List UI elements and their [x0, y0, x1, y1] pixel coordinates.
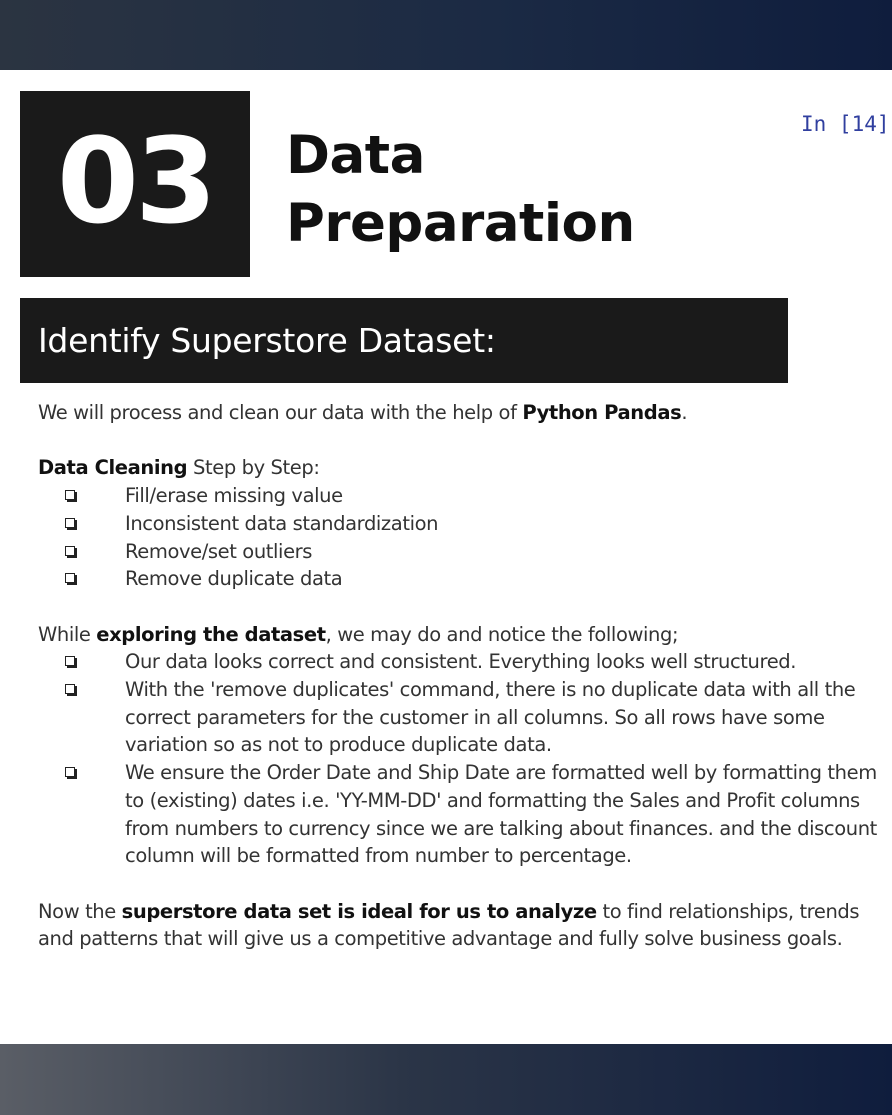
bottom-banner: [0, 1044, 892, 1115]
conclusion-text: Now the: [38, 899, 122, 923]
markdown-cell-content: We will process and clean our data with …: [38, 399, 878, 953]
checkbox-icon: [65, 545, 75, 556]
section-header-bar: Identify Superstore Dataset:: [20, 298, 788, 383]
exploring-text: While: [38, 622, 97, 646]
conclusion-paragraph: Now the superstore data set is ideal for…: [38, 898, 878, 953]
checkbox-icon: [65, 573, 75, 584]
checkbox-icon: [65, 656, 75, 667]
list-item: With the 'remove duplicates' command, th…: [38, 676, 878, 759]
section-number-block: 03: [20, 91, 250, 277]
page-title-line-1: Data: [286, 125, 425, 186]
exploring-heading: While exploring the dataset, we may do a…: [38, 621, 878, 649]
intro-paragraph: We will process and clean our data with …: [38, 399, 878, 427]
section-heading: Identify Superstore Dataset:: [38, 321, 496, 360]
list-item: Remove duplicate data: [38, 565, 878, 593]
list-item-text: Our data looks correct and consistent. E…: [125, 650, 797, 674]
top-banner: [0, 0, 892, 70]
section-number: 03: [56, 112, 217, 250]
intro-bold-text: Python Pandas: [522, 401, 682, 424]
list-item: Our data looks correct and consistent. E…: [38, 648, 878, 676]
page-title-line-2: Preparation: [286, 193, 635, 254]
page-title: Data Preparation: [286, 122, 635, 258]
conclusion-bold-text: superstore data set is ideal for us to a…: [121, 899, 597, 923]
list-item-text: Remove duplicate data: [125, 567, 343, 591]
checkbox-icon: [65, 490, 75, 501]
list-item: We ensure the Order Date and Ship Date a…: [38, 759, 878, 870]
exploring-bold-text: exploring the dataset: [96, 622, 326, 646]
list-item-text: Remove/set outliers: [125, 539, 313, 563]
checkbox-icon: [65, 767, 75, 778]
list-item: Inconsistent data standardization: [38, 510, 878, 538]
list-item-text: We ensure the Order Date and Ship Date a…: [125, 761, 877, 868]
list-item-text: With the 'remove duplicates' command, th…: [125, 678, 856, 757]
cleaning-heading: Data Cleaning Step by Step:: [38, 454, 878, 482]
intro-text: We will process and clean our data with …: [38, 401, 523, 424]
checkbox-icon: [65, 517, 75, 528]
cleaning-checklist: Fill/erase missing value Inconsistent da…: [38, 482, 878, 593]
checkbox-icon: [65, 684, 75, 694]
list-item: Remove/set outliers: [38, 538, 878, 566]
list-item-text: Inconsistent data standardization: [125, 511, 439, 535]
intro-text-end: .: [681, 401, 688, 424]
exploring-checklist: Our data looks correct and consistent. E…: [38, 648, 878, 870]
notebook-cell-prompt: In [14]: [801, 112, 890, 136]
cleaning-heading-text: Step by Step:: [187, 456, 320, 480]
cleaning-bold-text: Data Cleaning: [38, 456, 188, 480]
exploring-text-end: , we may do and notice the following;: [325, 622, 679, 646]
list-item: Fill/erase missing value: [38, 482, 878, 510]
list-item-text: Fill/erase missing value: [125, 484, 343, 508]
